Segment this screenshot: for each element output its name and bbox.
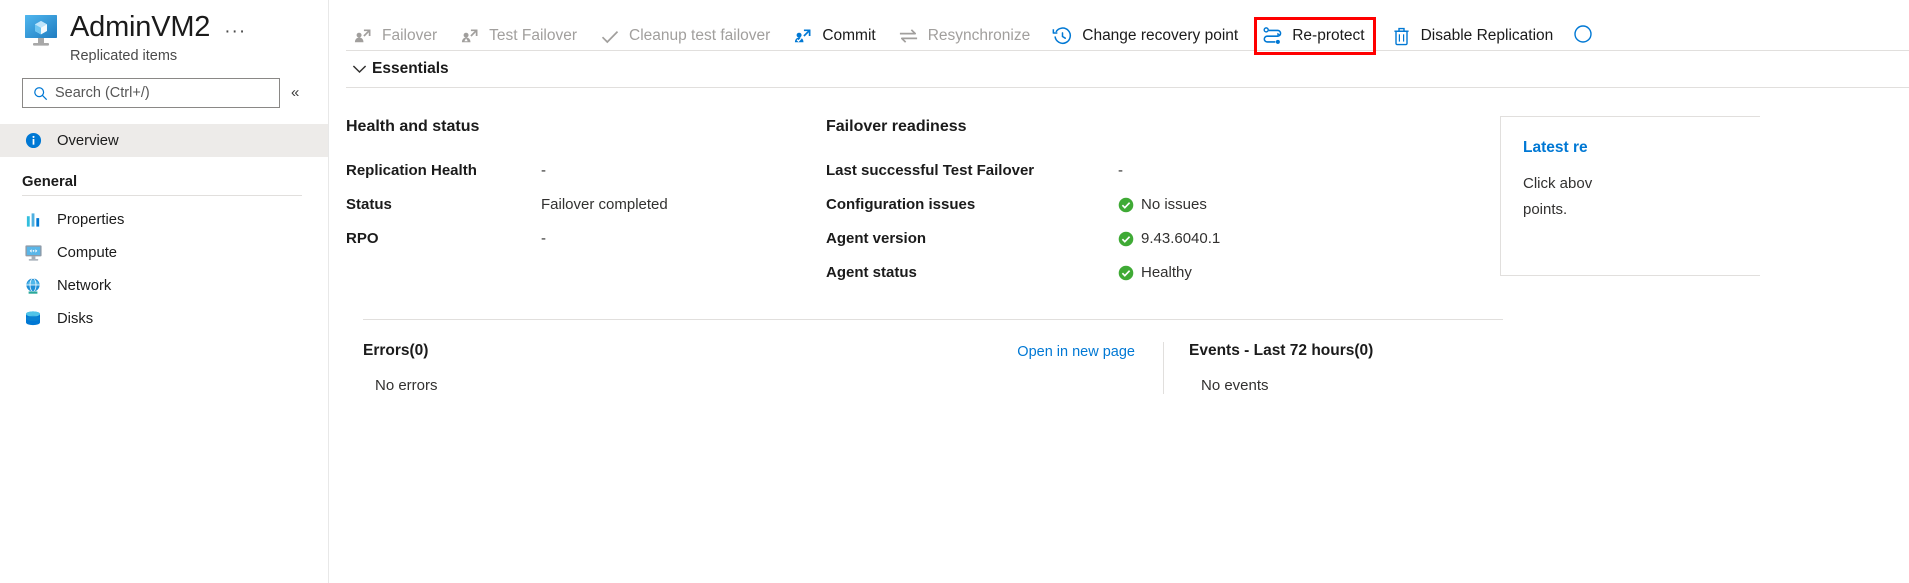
failover-icon xyxy=(350,25,375,47)
success-check-icon xyxy=(1118,231,1134,247)
toolbar-button-label: Commit xyxy=(822,27,875,45)
commit-button[interactable]: Commit xyxy=(786,20,884,52)
latest-recovery-points-card: Latest re Click abov points. xyxy=(1500,116,1760,276)
resource-title-group: AdminVM2 ··· Replicated items xyxy=(70,10,246,65)
main-content: Failover Test Failover xyxy=(329,0,1909,583)
latest-recovery-points-link[interactable]: Latest re xyxy=(1523,139,1760,157)
sidebar-item-overview[interactable]: Overview xyxy=(0,124,328,157)
sidebar-item-label: Compute xyxy=(57,245,117,261)
sidebar-item-label: Disks xyxy=(57,311,93,327)
page-title: AdminVM2 xyxy=(70,10,210,44)
essentials-toggle[interactable]: Essentials xyxy=(346,50,1909,87)
resource-header: AdminVM2 ··· Replicated items xyxy=(0,0,328,62)
change-recovery-point-button[interactable]: Change recovery point xyxy=(1046,20,1247,52)
events-panel-body: No events xyxy=(1189,377,1583,394)
sidebar-item-disks[interactable]: Disks xyxy=(0,302,328,335)
row-value: 9.43.6040.1 xyxy=(1141,230,1220,247)
row-key: Replication Health xyxy=(346,162,541,179)
re-protect-button[interactable]: Re-protect xyxy=(1254,17,1375,55)
row-key: Agent status xyxy=(826,264,1118,281)
more-options-button[interactable]: ··· xyxy=(224,12,246,42)
readiness-row-agent-status: Agent status Healthy xyxy=(826,263,1476,282)
resource-left-pane: AdminVM2 ··· Replicated items « xyxy=(0,0,329,583)
test-failover-button[interactable]: Test Failover xyxy=(453,20,586,52)
virtual-machine-icon xyxy=(22,14,60,50)
readiness-row-last-successful-test-failover: Last successful Test Failover - xyxy=(826,161,1476,180)
row-value: - xyxy=(1118,162,1123,179)
readiness-row-configuration-issues: Configuration issues No issues xyxy=(826,195,1476,214)
trash-icon xyxy=(1389,25,1414,47)
toolbar-button-label: Re-protect xyxy=(1292,27,1364,45)
search-input[interactable] xyxy=(53,84,271,102)
essentials-label: Essentials xyxy=(372,60,449,78)
re-protect-icon xyxy=(1260,25,1285,47)
disks-icon xyxy=(22,309,44,329)
bottom-panels: Errors(0) Open in new page No errors Eve… xyxy=(346,320,1909,394)
sidebar-divider xyxy=(22,195,302,196)
row-value: No issues xyxy=(1141,196,1207,213)
sidebar-item-label: Overview xyxy=(57,133,119,149)
errors-panel-body: No errors xyxy=(363,377,1143,394)
sidebar-item-network[interactable]: Network xyxy=(0,269,328,302)
health-row-replication-health: Replication Health - xyxy=(346,161,826,180)
cleanup-test-failover-button[interactable]: Cleanup test failover xyxy=(593,20,779,52)
search-row: « xyxy=(0,78,328,108)
search-icon xyxy=(31,86,49,101)
sidebar-nav: Overview General Properties xyxy=(0,124,328,335)
azure-portal-blade: AdminVM2 ··· Replicated items « xyxy=(0,0,1909,583)
row-key: Status xyxy=(346,196,541,213)
health-row-rpo: RPO - xyxy=(346,229,826,248)
success-check-icon xyxy=(1118,265,1134,281)
checkmark-icon xyxy=(597,25,622,47)
sidebar-item-label: Properties xyxy=(57,212,124,228)
search-box[interactable] xyxy=(22,78,280,108)
sidebar-group-title-general: General xyxy=(0,174,328,190)
row-value: - xyxy=(541,162,546,179)
section-title: Failover readiness xyxy=(826,118,1476,136)
success-check-icon xyxy=(1118,197,1134,213)
row-value: - xyxy=(541,230,546,247)
command-toolbar: Failover Test Failover xyxy=(329,0,1909,50)
row-key: RPO xyxy=(346,230,541,247)
chevron-down-icon xyxy=(346,64,372,74)
resource-subtitle: Replicated items xyxy=(70,47,246,65)
history-clock-icon xyxy=(1050,25,1075,47)
failover-readiness-section: Failover readiness Last successful Test … xyxy=(826,88,1476,297)
events-panel-title: Events - Last 72 hours(0) xyxy=(1189,342,1583,360)
commit-icon xyxy=(790,25,815,47)
errors-panel: Errors(0) Open in new page No errors xyxy=(363,342,1163,394)
row-value: Healthy xyxy=(1141,264,1192,281)
test-failover-icon xyxy=(457,25,482,47)
disable-replication-button[interactable]: Disable Replication xyxy=(1385,20,1563,52)
network-icon xyxy=(22,276,44,296)
latest-recovery-points-text: Click abov points. xyxy=(1523,171,1760,223)
more-commands-icon[interactable] xyxy=(1573,24,1593,49)
health-and-status-section: Health and status Replication Health - S… xyxy=(346,88,826,297)
compute-icon xyxy=(22,243,44,263)
sidebar-item-label: Network xyxy=(57,278,111,294)
toolbar-button-label: Test Failover xyxy=(489,27,577,45)
failover-button[interactable]: Failover xyxy=(346,20,446,52)
properties-icon xyxy=(22,210,44,230)
toolbar-button-label: Change recovery point xyxy=(1082,27,1238,45)
readiness-row-agent-version: Agent version 9.43.6040.1 xyxy=(826,229,1476,248)
toolbar-button-label: Disable Replication xyxy=(1421,27,1554,45)
section-title: Health and status xyxy=(346,118,826,136)
row-value: Failover completed xyxy=(541,196,668,213)
sidebar-item-properties[interactable]: Properties xyxy=(0,203,328,236)
health-row-status: Status Failover completed xyxy=(346,195,826,214)
events-panel: Events - Last 72 hours(0) No events xyxy=(1163,342,1583,394)
row-key: Agent version xyxy=(826,230,1118,247)
sidebar-item-compute[interactable]: Compute xyxy=(0,236,328,269)
row-key: Configuration issues xyxy=(826,196,1118,213)
row-key: Last successful Test Failover xyxy=(826,162,1118,179)
info-icon xyxy=(22,131,44,151)
toolbar-button-label: Cleanup test failover xyxy=(629,27,770,45)
resynchronize-button[interactable]: Resynchronize xyxy=(892,20,1040,52)
toolbar-button-label: Resynchronize xyxy=(928,27,1031,45)
toolbar-button-label: Failover xyxy=(382,27,437,45)
resynchronize-icon xyxy=(896,25,921,47)
collapse-pane-button[interactable]: « xyxy=(291,83,299,103)
open-in-new-page-link[interactable]: Open in new page xyxy=(1017,344,1135,360)
